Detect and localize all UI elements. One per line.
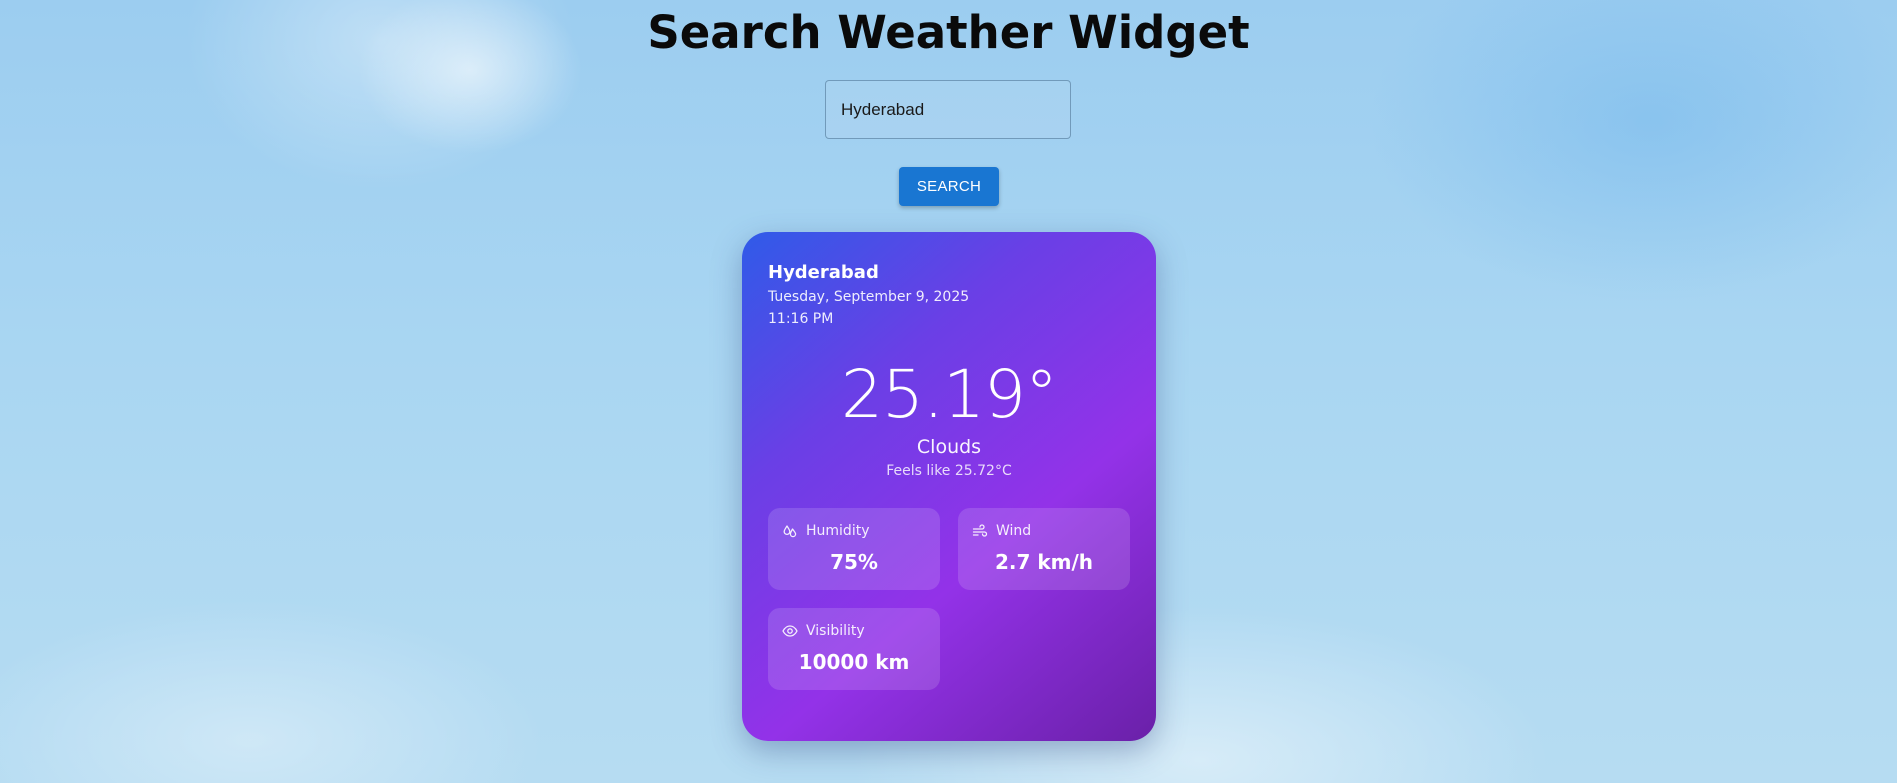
feels-like-text: Feels like 25.72°C (886, 463, 1012, 479)
weather-date: Tuesday, September 9, 2025 (768, 289, 970, 305)
city-name: Hyderabad (768, 262, 879, 283)
humidity-stat: Humidity 75% (768, 508, 940, 590)
search-button[interactable]: SEARCH (899, 167, 999, 206)
visibility-value: 10000 km (798, 650, 910, 674)
visibility-stat: Visibility 10000 km (768, 608, 940, 690)
page-title: Search Weather Widget (647, 6, 1250, 59)
visibility-label: Visibility (806, 623, 865, 639)
wind-value: 2.7 km/h (994, 550, 1094, 574)
temperature-value: 25.19° (841, 356, 1058, 433)
humidity-value: 75% (830, 550, 878, 574)
wind-icon (972, 524, 988, 537)
weather-time: 11:16 PM (768, 311, 834, 327)
weather-condition: Clouds (916, 436, 982, 458)
humidity-stat-header: Humidity (782, 523, 869, 539)
eye-icon (782, 625, 798, 637)
humidity-label: Humidity (806, 523, 870, 539)
wind-stat-header: Wind (972, 523, 1031, 539)
wind-label: Wind (996, 523, 1032, 539)
droplets-icon (783, 525, 797, 538)
city-search-input[interactable] (825, 80, 1071, 139)
visibility-stat-header: Visibility (782, 623, 865, 639)
weather-card: Hyderabad Tuesday, September 9, 2025 11:… (742, 232, 1156, 741)
wind-stat: Wind 2.7 km/h (958, 508, 1130, 590)
